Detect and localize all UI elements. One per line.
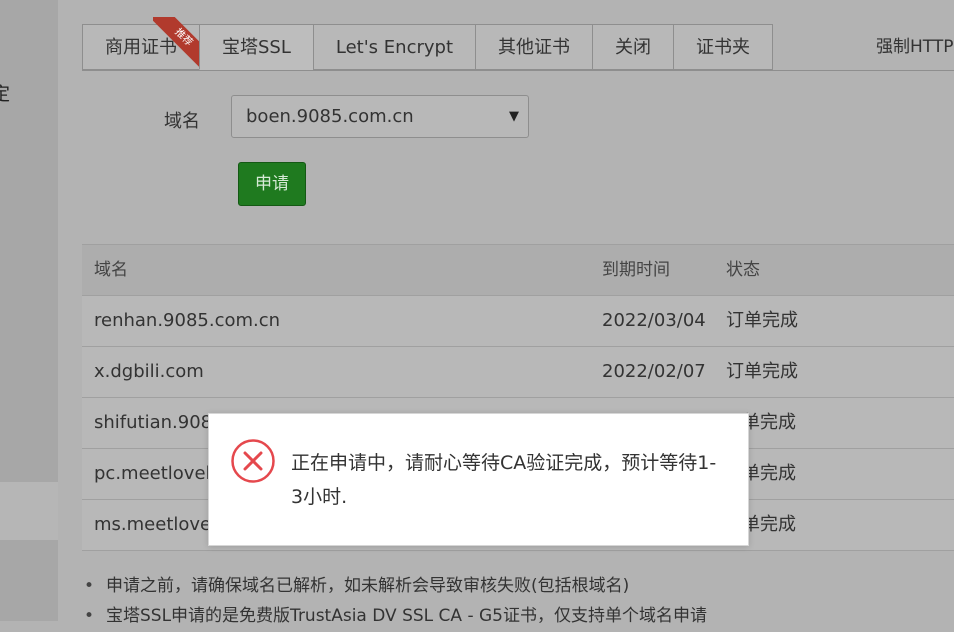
apply-button[interactable]: 申请 [238, 162, 306, 206]
row-status: 单完成 [742, 412, 796, 433]
force-https-label[interactable]: 强制HTTP [876, 32, 954, 57]
table-header: 域名 到期时间 状态 [82, 244, 954, 296]
notes-list: 申请之前，请确保域名已解析，如未解析会导致审核失败(包括根域名) 宝塔SSL申请… [82, 572, 954, 632]
tab-commercial-cert[interactable]: 商用证书 推荐 [82, 17, 205, 70]
row-domain: renhan.9085.com.cn [94, 310, 281, 331]
left-sidebar: 定 [0, 0, 58, 621]
sidebar-highlight [0, 482, 58, 540]
row-expire: 2022/03/04 [602, 310, 706, 331]
domain-select[interactable]: boen.9085.com.cn ▼ [231, 95, 529, 138]
row-status: 单完成 [742, 514, 796, 535]
tab-other-cert[interactable]: 其他证书 [475, 24, 592, 70]
row-domain: ms.meetlovel [94, 514, 217, 535]
tab-close[interactable]: 关闭 [592, 24, 673, 70]
recommend-ribbon: 推荐 [153, 17, 205, 69]
row-status: 订单完成 [726, 310, 798, 331]
row-domain: shifutian.9085 [94, 412, 224, 433]
tab-cert-folder[interactable]: 证书夹 [673, 24, 773, 70]
toast-message: 正在申请中，请耐心等待CA验证完成，预计等待1-3小时. [291, 452, 717, 508]
tab-underline [82, 70, 954, 71]
row-status: 单完成 [742, 463, 796, 484]
table-row[interactable]: renhan.9085.com.cn 2022/03/04 订单完成 [82, 296, 954, 347]
domain-select-value: boen.9085.com.cn [246, 106, 414, 127]
row-status: 订单完成 [726, 361, 798, 382]
note-item: 宝塔SSL申请的是免费版TrustAsia DV SSL CA - G5证书，仅… [82, 602, 954, 632]
header-status: 状态 [726, 260, 760, 280]
ssl-tabs: 商用证书 推荐 宝塔SSL Let's Encrypt 其他证书 关闭 证书夹 [82, 17, 773, 71]
table-row[interactable]: x.dgbili.com 2022/02/07 订单完成 [82, 347, 954, 398]
chevron-down-icon: ▼ [509, 109, 519, 124]
tab-baota-ssl[interactable]: 宝塔SSL [199, 24, 313, 70]
tab-lets-encrypt[interactable]: Let's Encrypt [312, 24, 475, 70]
note-item: 申请之前，请确保域名已解析，如未解析会导致审核失败(包括根域名) [82, 572, 954, 602]
row-domain: x.dgbili.com [94, 361, 204, 382]
header-expire: 到期时间 [602, 260, 670, 280]
header-domain: 域名 [94, 260, 128, 280]
domain-label: 域名 [164, 111, 200, 132]
row-domain: pc.meetloveli [94, 463, 216, 484]
sidebar-partial-label: 定 [0, 84, 10, 105]
error-toast: 正在申请中，请耐心等待CA验证完成，预计等待1-3小时. [208, 413, 749, 546]
error-circle-icon [231, 439, 275, 483]
row-expire: 2022/02/07 [602, 361, 706, 382]
